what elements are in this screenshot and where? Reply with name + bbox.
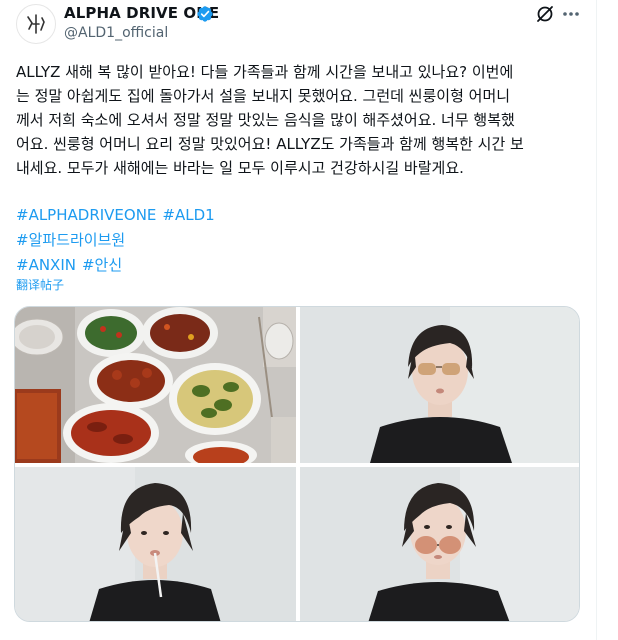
hashtag-link[interactable]: #ALD1 [162, 203, 214, 228]
food-table-image [15, 307, 296, 463]
member-image-glasses [300, 467, 579, 621]
member-photo-3[interactable] [300, 467, 579, 621]
member-photo-1[interactable] [300, 307, 579, 463]
hashtag-row: #ANXIN #안신 [16, 253, 221, 278]
grok-icon [537, 6, 553, 22]
hashtag-link[interactable]: #ALPHADRIVEONE [16, 203, 156, 228]
ald1-logo-icon [27, 14, 45, 34]
hashtag-link[interactable]: #안신 [82, 253, 122, 278]
more-options-button[interactable] [560, 3, 582, 25]
verified-badge-icon [197, 6, 213, 22]
user-handle[interactable]: @ALD1_official [64, 25, 168, 41]
media-grid [14, 306, 580, 622]
hashtag-link[interactable]: #알파드라이브원 [16, 228, 125, 253]
member-image-sunglasses [300, 307, 579, 463]
more-icon [563, 12, 579, 16]
translate-post-link[interactable]: 翻译帖子 [16, 276, 64, 293]
grok-button[interactable] [534, 3, 556, 25]
timeline-divider [596, 0, 597, 640]
hashtag-link[interactable]: #ANXIN [16, 253, 76, 278]
food-photo[interactable] [15, 307, 296, 463]
member-photo-2[interactable] [15, 467, 296, 621]
member-image-lollipop [15, 467, 296, 621]
hashtag-row: #알파드라이브원 [16, 228, 221, 253]
ald1-logo-avatar[interactable] [16, 4, 56, 44]
hashtag-block: #ALPHADRIVEONE #ALD1 #알파드라이브원 #ANXIN #안신 [16, 203, 221, 278]
tweet-text: ALLYZ 새해 복 많이 받아요! 다들 가족들과 함께 시간을 보내고 있나… [16, 63, 524, 177]
hashtag-row: #ALPHADRIVEONE #ALD1 [16, 203, 221, 228]
